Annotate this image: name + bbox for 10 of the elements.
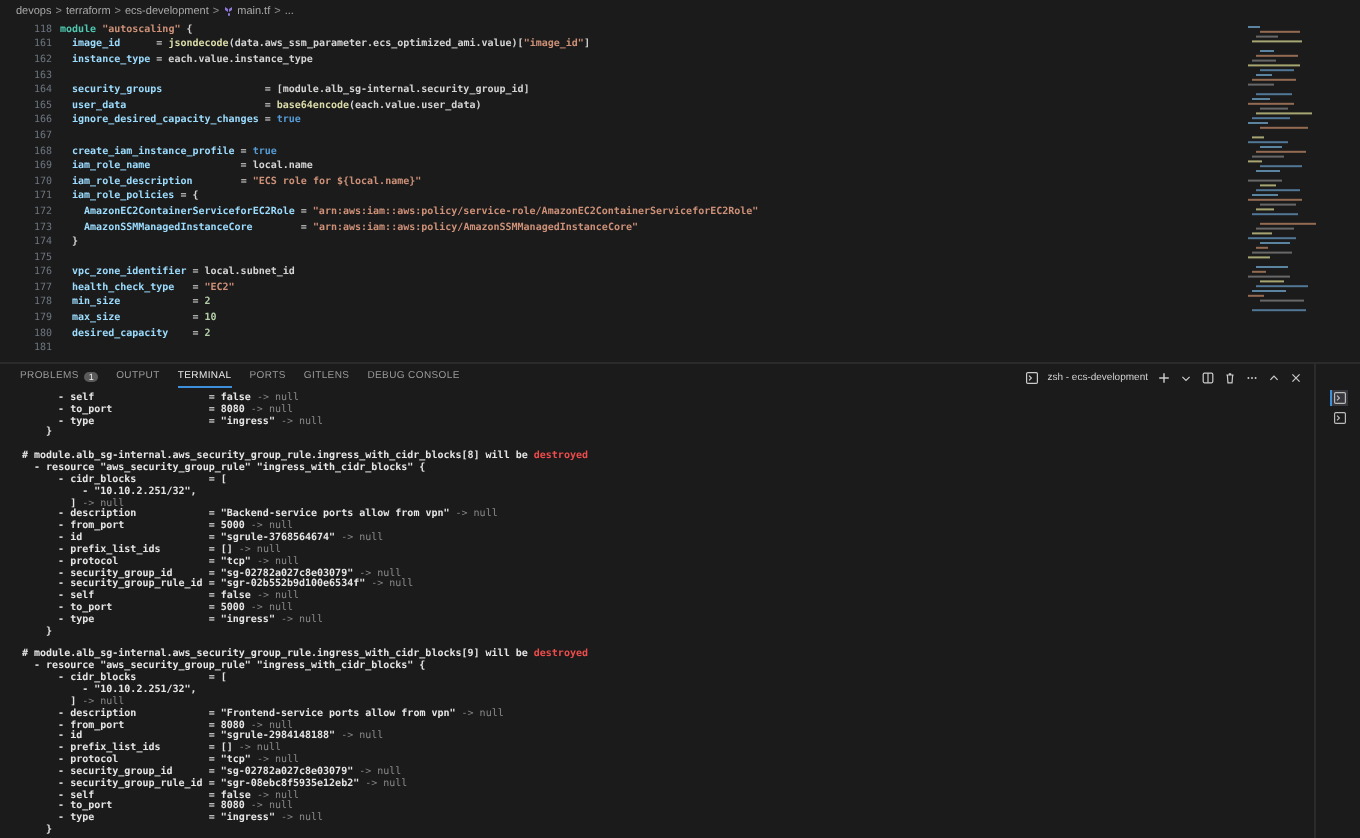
chevron-up-icon[interactable] bbox=[1268, 371, 1280, 383]
split-icon[interactable] bbox=[1202, 371, 1214, 383]
terminal-button[interactable] bbox=[1329, 410, 1347, 426]
add-icon[interactable] bbox=[1158, 371, 1170, 383]
trash-icon[interactable] bbox=[1224, 371, 1236, 383]
terminal-button[interactable] bbox=[1329, 390, 1347, 406]
chevron-down-icon[interactable] bbox=[1180, 371, 1192, 383]
terraform-file-icon bbox=[223, 6, 234, 16]
close-icon[interactable] bbox=[1290, 371, 1302, 383]
terminal-icon bbox=[1025, 371, 1038, 383]
